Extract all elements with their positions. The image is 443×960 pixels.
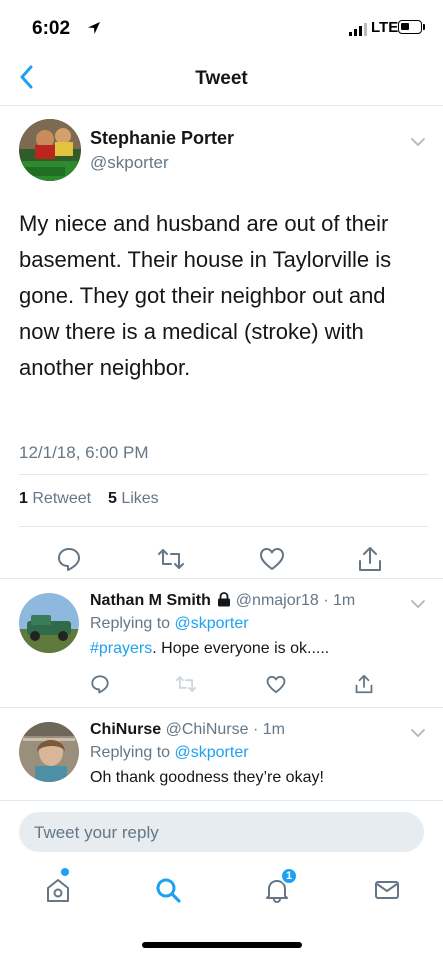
- reply-body: . Hope everyone is ok.....: [152, 640, 330, 657]
- tab-search[interactable]: [154, 876, 182, 904]
- replying-to: Replying to @skporter: [90, 744, 249, 762]
- search-icon: [156, 878, 181, 903]
- replying-to-handle[interactable]: @skporter: [175, 615, 249, 632]
- reply-header: Nathan M Smith @nmajor18 · 1m: [90, 592, 355, 610]
- replying-to: Replying to @skporter: [90, 615, 249, 633]
- reply-item[interactable]: ChiNurse @ChiNurse · 1m Replying to @skp…: [0, 708, 443, 800]
- reply-icon: [91, 675, 109, 694]
- like-count[interactable]: 5: [108, 490, 117, 507]
- retweet-icon: [158, 549, 184, 569]
- retweet-label[interactable]: Retweet: [32, 490, 91, 507]
- reply-avatar[interactable]: [19, 722, 79, 782]
- status-bar: 6:02 LTE: [0, 0, 443, 50]
- like-label[interactable]: Likes: [121, 490, 158, 507]
- signal-icon: [349, 23, 367, 36]
- reply-author-handle[interactable]: @ChiNurse: [166, 721, 249, 738]
- like-button[interactable]: [258, 545, 286, 573]
- lock-icon: [218, 592, 231, 607]
- reply-button[interactable]: [89, 673, 111, 695]
- retweet-button: [175, 673, 197, 695]
- notification-badge: 1: [280, 867, 298, 885]
- location-arrow-icon: [88, 22, 100, 34]
- chevron-down-icon[interactable]: [410, 137, 426, 147]
- divider: [19, 526, 428, 527]
- reply-item[interactable]: Nathan M Smith @nmajor18 · 1m Replying t…: [0, 579, 443, 707]
- reply-icon: [58, 548, 80, 571]
- page-title: Tweet: [195, 68, 248, 89]
- reply-text: #prayers. Hope everyone is ok.....: [90, 640, 329, 658]
- home-indicator[interactable]: [142, 942, 302, 948]
- share-icon: [355, 674, 373, 694]
- new-content-dot: [61, 868, 69, 876]
- reply-input[interactable]: Tweet your reply: [19, 812, 424, 852]
- tweet-text: My niece and husband are out of their ba…: [19, 211, 392, 380]
- hashtag-link[interactable]: #prayers: [90, 640, 152, 657]
- reply-author-name[interactable]: ChiNurse: [90, 721, 161, 738]
- share-button[interactable]: [356, 545, 384, 573]
- avatar-image: [19, 119, 81, 181]
- share-button[interactable]: [353, 673, 375, 695]
- chevron-down-icon[interactable]: [410, 728, 426, 738]
- replying-to-handle[interactable]: @skporter: [175, 744, 249, 761]
- author-avatar[interactable]: [19, 119, 81, 181]
- author-handle[interactable]: @skporter: [90, 153, 169, 173]
- reply-body: Oh thank goodness they’re okay!: [90, 769, 324, 786]
- separator-dot: ·: [252, 721, 259, 738]
- reply-author-name[interactable]: Nathan M Smith: [90, 592, 211, 609]
- avatar-image: [19, 593, 79, 653]
- reply-avatar[interactable]: [19, 593, 79, 653]
- divider: [19, 474, 428, 475]
- home-icon: [47, 879, 69, 902]
- retweet-count[interactable]: 1: [19, 490, 28, 507]
- reply-author-handle[interactable]: @nmajor18: [236, 592, 319, 609]
- mail-icon: [375, 881, 399, 899]
- separator-dot: ·: [323, 592, 329, 609]
- tab-home[interactable]: [44, 876, 72, 904]
- reply-input-placeholder: Tweet your reply: [34, 823, 159, 842]
- reply-time: 1m: [262, 721, 285, 738]
- author-name[interactable]: Stephanie Porter: [90, 128, 234, 149]
- reply-button[interactable]: [55, 545, 83, 573]
- battery-tip: [423, 24, 425, 30]
- avatar-image: [19, 722, 79, 782]
- chevron-down-icon[interactable]: [410, 599, 426, 609]
- reply-text: Oh thank goodness they’re okay!: [90, 769, 324, 787]
- like-button[interactable]: [265, 673, 287, 695]
- reply-time: 1m: [332, 592, 356, 609]
- reply-composer-bar: Tweet your reply: [0, 800, 443, 860]
- heart-icon: [260, 548, 284, 570]
- status-time: 6:02: [32, 18, 71, 39]
- tweet-timestamp: 12/1/18, 6:00 PM: [19, 443, 149, 462]
- nav-bar: Tweet: [0, 50, 443, 106]
- share-icon: [359, 547, 381, 571]
- replying-to-label: Replying to: [90, 615, 171, 632]
- replying-to-label: Replying to: [90, 744, 171, 761]
- network-type: LTE: [371, 19, 399, 36]
- heart-icon: [266, 675, 286, 693]
- retweet-button[interactable]: [157, 545, 185, 573]
- retweet-icon: [175, 676, 197, 692]
- reply-header: ChiNurse @ChiNurse · 1m: [90, 721, 285, 739]
- tab-messages[interactable]: [373, 876, 401, 904]
- battery-icon: [398, 20, 422, 34]
- tweet-stats: 1 Retweet 5 Likes: [19, 490, 159, 508]
